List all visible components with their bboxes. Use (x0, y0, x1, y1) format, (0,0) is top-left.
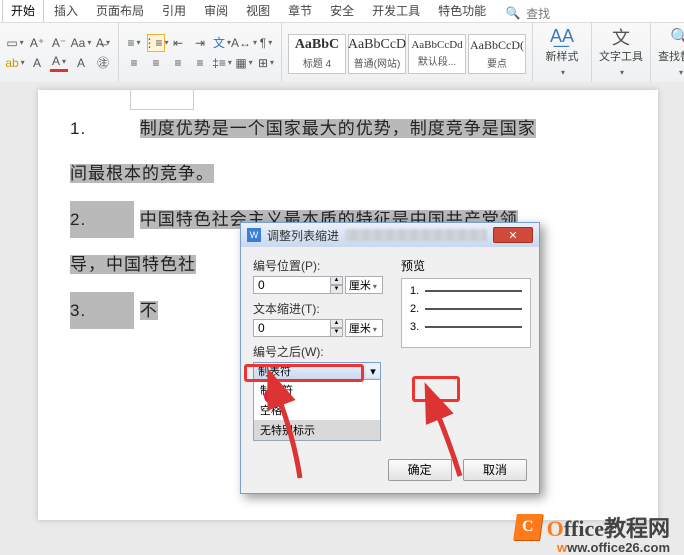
preview-label: 预览 (401, 259, 425, 273)
group-new-style: A͟A 新样式 (533, 23, 592, 82)
number-position-input[interactable] (253, 276, 331, 294)
close-button[interactable]: ✕ (493, 227, 533, 243)
char-shading-icon[interactable]: A (72, 54, 90, 72)
style-keypoint[interactable]: AaBbCcD(要点 (468, 34, 526, 74)
search-icon: 🔍 (504, 4, 522, 22)
tab-special[interactable]: 特色功能 (430, 0, 494, 22)
grow-font-icon[interactable]: A⁺ (28, 34, 46, 52)
p2-line2: 导，中国特色社 (70, 255, 196, 274)
group-text-tools: 文 文字工具 (592, 23, 651, 82)
ribbon-tabs: 开始 插入 页面布局 引用 审阅 视图 章节 安全 开发工具 特色功能 🔍 查找 (0, 0, 684, 22)
preview-item-3: 3. (410, 321, 419, 333)
tab-marker (130, 90, 194, 110)
tab-security[interactable]: 安全 (322, 0, 362, 22)
tab-layout[interactable]: 页面布局 (88, 0, 152, 22)
paragraph-1: 1. 制度优势是一个国家最大的优势，制度竞争是国家 (70, 110, 626, 147)
align-center-icon[interactable]: ≡ (147, 54, 165, 72)
text-indent-label: 文本缩进(T): (253, 300, 383, 317)
spin-down-icon[interactable]: ▼ (331, 285, 343, 294)
clear-format-icon[interactable]: A̶ (94, 34, 112, 52)
tab-view[interactable]: 视图 (238, 0, 278, 22)
p3-line1: 不 (140, 301, 158, 320)
highlight-icon[interactable]: ab (6, 54, 24, 72)
font-color-icon[interactable]: A (50, 54, 68, 72)
text-tools-icon: 文 (612, 28, 630, 46)
new-style-icon: A͟A (553, 28, 571, 46)
list-number-2: 2. (70, 201, 134, 238)
shading-icon[interactable]: ▦ (235, 54, 253, 72)
spin-up-icon[interactable]: ▲ (331, 276, 343, 285)
app-icon: W (247, 228, 261, 242)
decrease-indent-icon[interactable]: ⇤ (169, 34, 187, 52)
align-right-icon[interactable]: ≡ (169, 54, 187, 72)
search-label: 查找 (526, 5, 550, 22)
tab-references[interactable]: 引用 (154, 0, 194, 22)
line-spacing-icon[interactable]: ‡≡ (213, 54, 231, 72)
highlight-box-1 (244, 364, 364, 382)
text-tools-button[interactable]: 文 文字工具 (598, 28, 644, 78)
char-border-icon[interactable]: A (28, 54, 46, 72)
chevron-down-icon: ▾ (366, 365, 380, 378)
search-box[interactable]: 🔍 查找 (504, 4, 550, 22)
style-heading4[interactable]: AaBbC标题 4 (288, 34, 346, 74)
title-blur (345, 229, 487, 241)
new-style-button[interactable]: A͟A 新样式 (539, 28, 585, 78)
preview-box: 1. 2. 3. (401, 278, 531, 348)
ribbon-groups: ▭ A⁺ A⁻ Aa A̶ ab A A A ㊟ ≡ ⋮≡ ⇤ ⇥ 文 A↔ (0, 22, 684, 82)
list-number-3: 3. (70, 292, 134, 329)
ribbon: 开始 插入 页面布局 引用 审阅 视图 章节 安全 开发工具 特色功能 🔍 查找… (0, 0, 684, 83)
group-font: ▭ A⁺ A⁻ Aa A̶ ab A A A ㊟ (0, 23, 119, 82)
preview-item-1: 1. (410, 285, 419, 297)
tab-chapter[interactable]: 章节 (280, 0, 320, 22)
p1-line2: 间最根本的竞争。 (70, 164, 214, 183)
tab-home[interactable]: 开始 (2, 0, 44, 22)
tab-review[interactable]: 审阅 (196, 0, 236, 22)
p1-line1: 制度优势是一个国家最大的优势，制度竞争是国家 (140, 119, 536, 138)
enclosed-icon[interactable]: ㊟ (94, 54, 112, 72)
highlight-box-2 (412, 376, 460, 402)
group-paragraph: ≡ ⋮≡ ⇤ ⇥ 文 A↔ ¶ ≡ ≡ ≡ ≡ ‡≡ ▦ ⊞ (119, 23, 282, 82)
spin-up-icon[interactable]: ▲ (331, 319, 343, 328)
list-number-1: 1. (70, 110, 134, 147)
increase-indent-icon[interactable]: ⇥ (191, 34, 209, 52)
paragraph-1b: 间最根本的竞争。 (70, 155, 626, 192)
number-position-unit[interactable]: 厘米 (345, 276, 383, 294)
align-justify-icon[interactable]: ≡ (191, 54, 209, 72)
watermark: C Office教程网 (515, 511, 670, 543)
find-replace-icon: 🔍 (671, 28, 684, 46)
style-normal-web[interactable]: AaBbCcD普通(网站) (348, 34, 406, 74)
show-marks-icon[interactable]: ¶ (257, 34, 275, 52)
shrink-font-icon[interactable]: A⁻ (50, 34, 68, 52)
dialog-title: 调整列表缩进 (267, 227, 339, 244)
watermark-brand: Office教程网 (547, 511, 670, 543)
cancel-button[interactable]: 取消 (463, 459, 527, 481)
number-position-label: 编号位置(P): (253, 257, 383, 274)
align-left-icon[interactable]: ≡ (125, 54, 143, 72)
find-replace-button[interactable]: 🔍 查找替换 (657, 28, 684, 78)
preview-item-2: 2. (410, 303, 419, 315)
style-default-para[interactable]: AaBbCcDd默认段... (408, 34, 466, 74)
dialog-titlebar[interactable]: W 调整列表缩进 ✕ (241, 223, 539, 247)
numbering-icon[interactable]: ⋮≡ (147, 34, 165, 52)
spin-down-icon[interactable]: ▼ (331, 328, 343, 337)
text-direction-icon[interactable]: 文 (213, 34, 231, 52)
tab-insert[interactable]: 插入 (46, 0, 86, 22)
after-number-label: 编号之后(W): (253, 343, 383, 360)
bullets-icon[interactable]: ≡ (125, 34, 143, 52)
align-dist-icon[interactable]: A↔ (235, 34, 253, 52)
arrow-1 (270, 388, 310, 491)
watermark-logo-icon: C (513, 514, 543, 540)
font-size-combo[interactable]: ▭ (6, 34, 24, 52)
text-indent-unit[interactable]: 厘米 (345, 319, 383, 337)
change-case-icon[interactable]: Aa (72, 34, 90, 52)
arrow-2 (432, 404, 472, 487)
group-styles: AaBbC标题 4 AaBbCcD普通(网站) AaBbCcDd默认段... A… (282, 23, 533, 82)
group-find: 🔍 查找替换 (651, 23, 684, 82)
preview-panel: 预览 1. 2. 3. (401, 257, 531, 348)
tab-developer[interactable]: 开发工具 (364, 0, 428, 22)
text-indent-input[interactable] (253, 319, 331, 337)
borders-icon[interactable]: ⊞ (257, 54, 275, 72)
